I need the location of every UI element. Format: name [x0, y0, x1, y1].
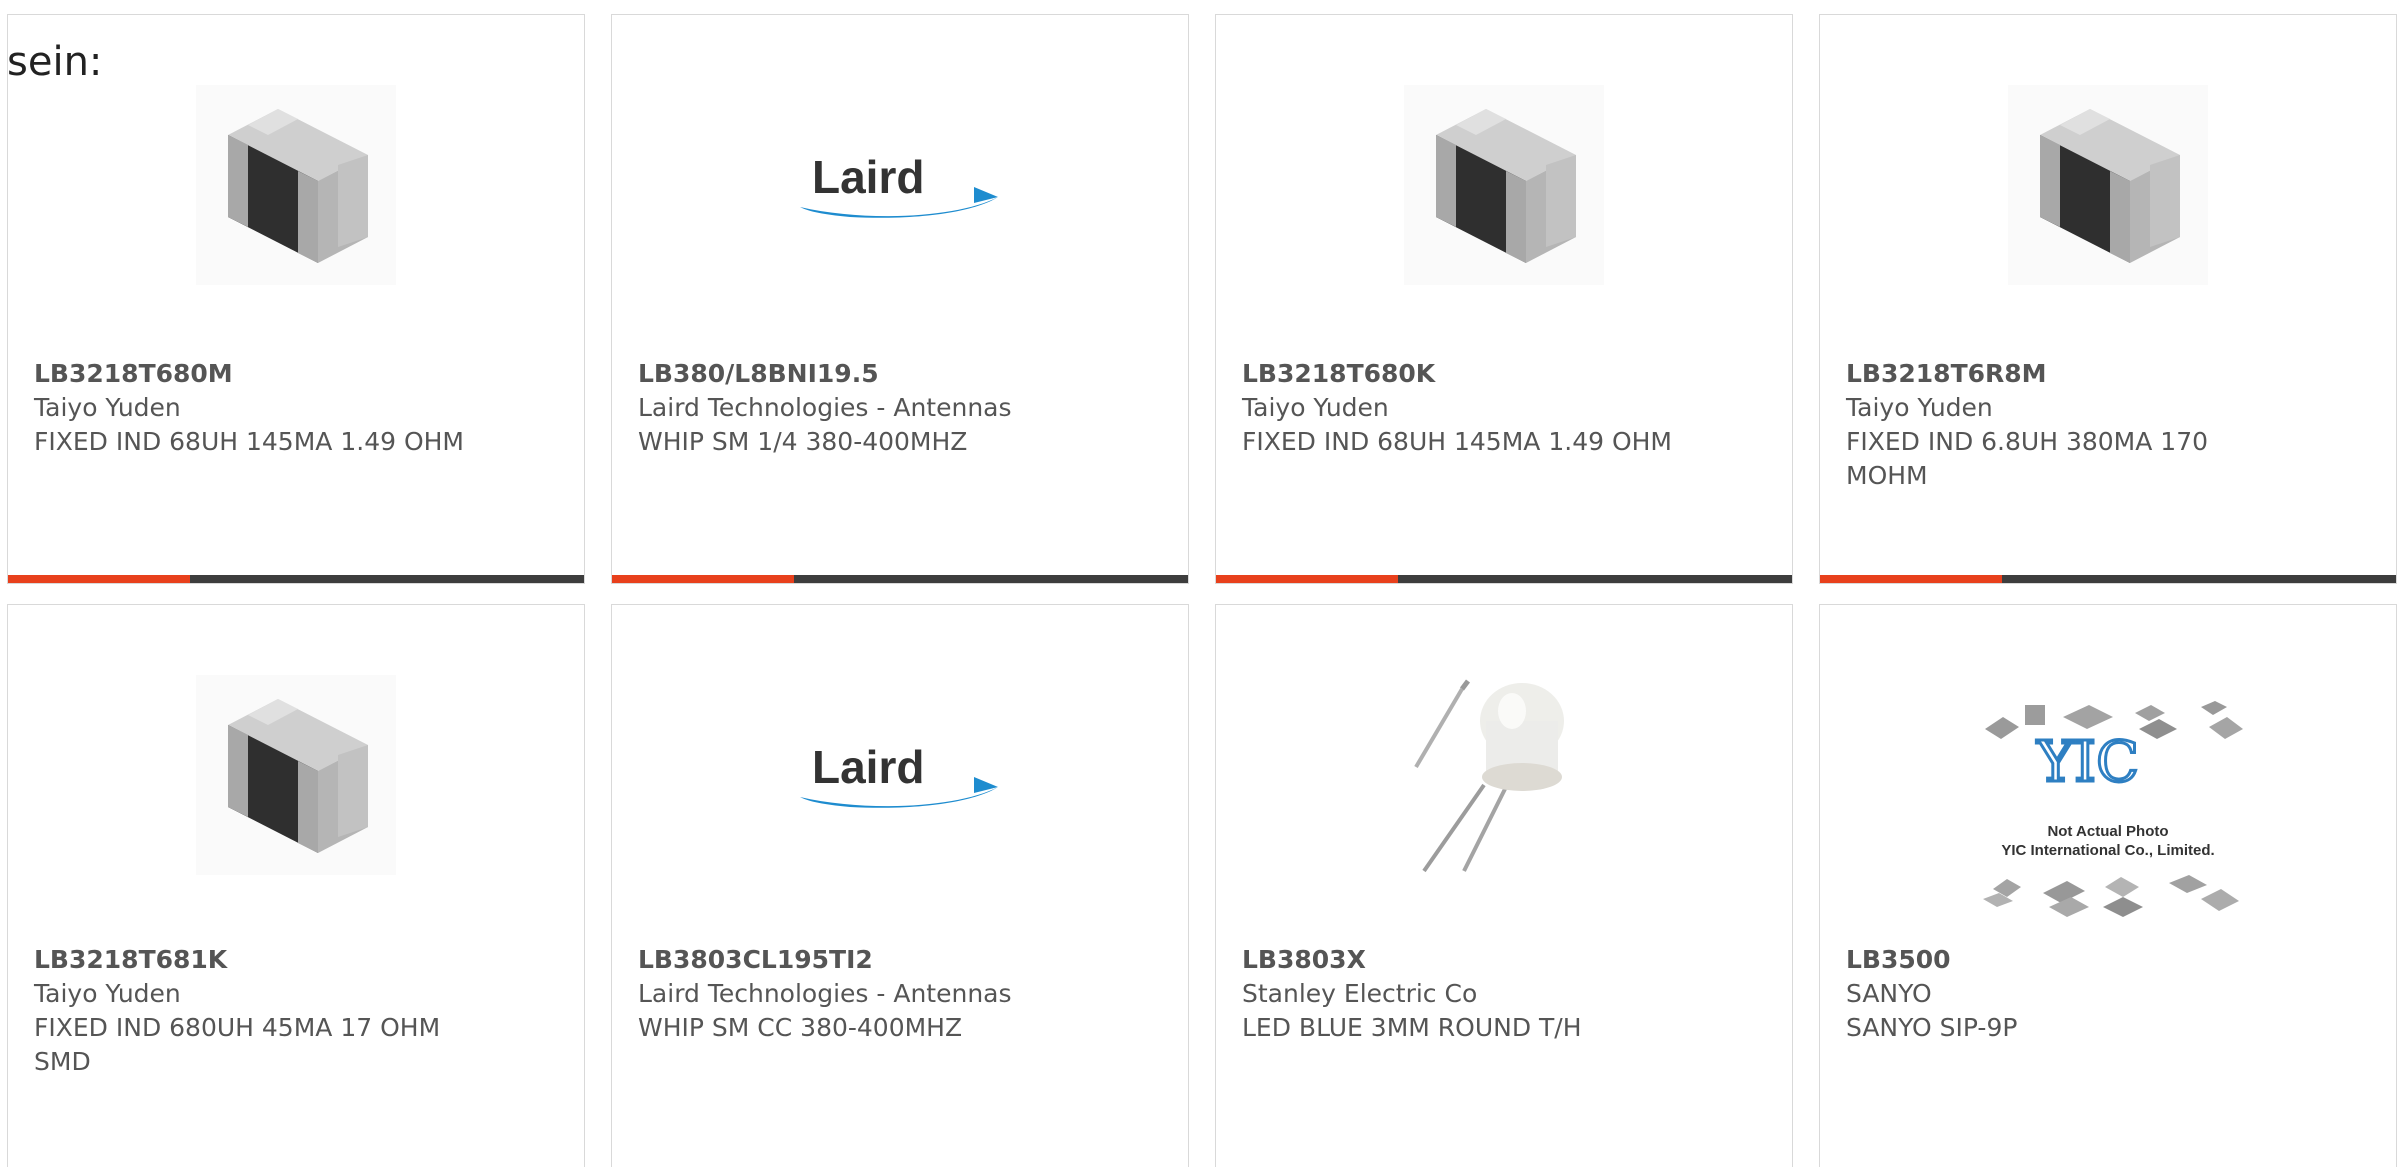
- chip-inductor-image: [196, 85, 396, 285]
- description: SANYO SIP-9P: [1846, 1013, 2018, 1042]
- manufacturer: SANYO: [1846, 979, 1932, 1008]
- card-bottom-bar: [8, 575, 584, 583]
- part-number[interactable]: LB3218T680M: [34, 357, 474, 391]
- card-accent-bar: [612, 575, 794, 583]
- chip-inductor-image: [196, 675, 396, 875]
- manufacturer: Taiyo Yuden: [1846, 393, 1993, 422]
- description: FIXED IND 6.8UH 380MA 170 MOHM: [1846, 427, 2208, 490]
- chip-inductor-image: [2008, 85, 2208, 285]
- product-card[interactable]: LB3803X Stanley Electric Co LED BLUE 3MM…: [1215, 604, 1793, 1167]
- manufacturer: Laird Technologies - Antennas: [638, 393, 1012, 422]
- laird-logo: Laird: [800, 741, 998, 808]
- manufacturer: Taiyo Yuden: [34, 393, 181, 422]
- photo-note: Not Actual Photo: [2047, 823, 2168, 840]
- product-image[interactable]: [1216, 85, 1792, 285]
- manufacturer: Taiyo Yuden: [34, 979, 181, 1008]
- product-card[interactable]: Laird LB3803CL195TI2 Laird Technologies …: [611, 604, 1189, 1167]
- part-number[interactable]: LB3218T680K: [1242, 357, 1682, 391]
- product-info: LB3500 SANYO SANYO SIP-9P: [1846, 943, 2286, 1045]
- lead-text: sein:: [7, 39, 103, 85]
- product-info: LB3218T681K Taiyo Yuden FIXED IND 680UH …: [34, 943, 474, 1079]
- product-image[interactable]: Laird: [612, 675, 1188, 875]
- manufacturer: Laird Technologies - Antennas: [638, 979, 1012, 1008]
- product-info: LB3218T6R8M Taiyo Yuden FIXED IND 6.8UH …: [1846, 357, 2286, 493]
- product-image[interactable]: [1216, 675, 1792, 875]
- card-bottom-bar: [1216, 575, 1792, 583]
- description: WHIP SM 1/4 380-400MHZ: [638, 427, 968, 456]
- product-card[interactable]: Laird LB380/L8BNI19.5 Laird Technologies…: [611, 14, 1189, 584]
- product-info: LB380/L8BNI19.5 Laird Technologies - Ant…: [638, 357, 1078, 459]
- product-info: LB3803X Stanley Electric Co LED BLUE 3MM…: [1242, 943, 1682, 1045]
- card-bottom-bar: [1820, 575, 2396, 583]
- description: FIXED IND 680UH 45MA 17 OHM SMD: [34, 1013, 441, 1076]
- product-image[interactable]: [8, 85, 584, 285]
- laird-logo: Laird: [800, 151, 998, 218]
- part-number[interactable]: LB380/L8BNI19.5: [638, 357, 1078, 391]
- chip-inductor-image: [1404, 85, 1604, 285]
- part-number[interactable]: LB3803X: [1242, 943, 1682, 977]
- product-grid-page: sein: LB3218T680M Taiyo Yuden FIXED IND …: [0, 0, 2400, 1167]
- description: WHIP SM CC 380-400MHZ: [638, 1013, 963, 1042]
- part-number[interactable]: LB3803CL195TI2: [638, 943, 1078, 977]
- manufacturer: Stanley Electric Co: [1242, 979, 1478, 1008]
- laird-logo-text: Laird: [812, 741, 924, 793]
- not-actual-photo-image: YIC Not Actual Photo YIC International C…: [1983, 701, 2243, 917]
- description: FIXED IND 68UH 145MA 1.49 OHM: [34, 427, 464, 456]
- manufacturer: Taiyo Yuden: [1242, 393, 1389, 422]
- product-image[interactable]: Laird: [612, 85, 1188, 285]
- product-info: LB3218T680K Taiyo Yuden FIXED IND 68UH 1…: [1242, 357, 1682, 459]
- product-card[interactable]: LB3218T680M Taiyo Yuden FIXED IND 68UH 1…: [7, 14, 585, 584]
- laird-logo-text: Laird: [812, 151, 924, 203]
- product-card[interactable]: LB3218T6R8M Taiyo Yuden FIXED IND 6.8UH …: [1819, 14, 2397, 584]
- product-card[interactable]: LB3218T680K Taiyo Yuden FIXED IND 68UH 1…: [1215, 14, 1793, 584]
- product-image[interactable]: [1820, 85, 2396, 285]
- led-image: [1404, 675, 1604, 875]
- part-number[interactable]: LB3218T6R8M: [1846, 357, 2286, 391]
- product-card[interactable]: LB3218T681K Taiyo Yuden FIXED IND 680UH …: [7, 604, 585, 1167]
- card-accent-bar: [8, 575, 190, 583]
- card-accent-bar: [1820, 575, 2002, 583]
- product-card[interactable]: YIC Not Actual Photo YIC International C…: [1819, 604, 2397, 1167]
- photo-company: YIC International Co., Limited.: [2001, 842, 2214, 859]
- card-bottom-bar: [612, 575, 1188, 583]
- card-accent-bar: [1216, 575, 1398, 583]
- product-info: LB3803CL195TI2 Laird Technologies - Ante…: [638, 943, 1078, 1045]
- part-number[interactable]: LB3218T681K: [34, 943, 474, 977]
- part-number[interactable]: LB3500: [1846, 943, 2286, 977]
- yic-logo-text: YIC: [2036, 730, 2139, 795]
- product-info: LB3218T680M Taiyo Yuden FIXED IND 68UH 1…: [34, 357, 474, 459]
- description: LED BLUE 3MM ROUND T/H: [1242, 1013, 1582, 1042]
- description: FIXED IND 68UH 145MA 1.49 OHM: [1242, 427, 1672, 456]
- product-image[interactable]: YIC Not Actual Photo YIC International C…: [1820, 693, 2396, 923]
- product-image[interactable]: [8, 675, 584, 875]
